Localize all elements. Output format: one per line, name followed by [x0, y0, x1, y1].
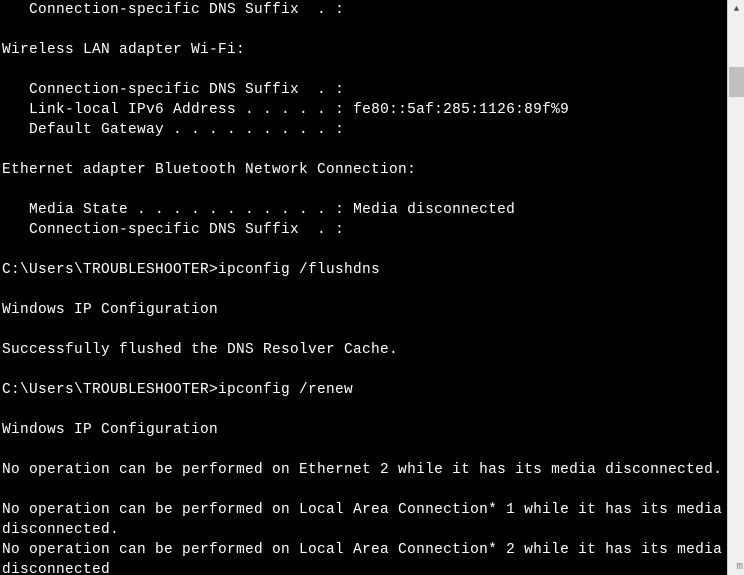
corner-character: m	[736, 561, 743, 573]
terminal-line: Successfully flushed the DNS Resolver Ca…	[0, 340, 727, 360]
terminal-line: C:\Users\TROUBLESHOOTER>ipconfig /renew	[0, 380, 727, 400]
terminal-line: Media State . . . . . . . . . . . : Medi…	[0, 200, 727, 220]
terminal-line: Link-local IPv6 Address . . . . . : fe80…	[0, 100, 727, 120]
terminal-line	[0, 480, 727, 500]
terminal-line: No operation can be performed on Etherne…	[0, 460, 727, 480]
terminal-line: No operation can be performed on Local A…	[0, 500, 727, 540]
terminal-line: Default Gateway . . . . . . . . . :	[0, 120, 727, 140]
terminal-line: Connection-specific DNS Suffix . :	[0, 80, 727, 100]
terminal-line: Wireless LAN adapter Wi-Fi:	[0, 40, 727, 60]
terminal-line	[0, 280, 727, 300]
terminal-output[interactable]: Connection-specific DNS Suffix . : Wirel…	[0, 0, 727, 575]
terminal-line	[0, 60, 727, 80]
terminal-line: Connection-specific DNS Suffix . :	[0, 0, 727, 20]
terminal-line	[0, 320, 727, 340]
terminal-window: Connection-specific DNS Suffix . : Wirel…	[0, 0, 744, 575]
terminal-line: Connection-specific DNS Suffix . :	[0, 220, 727, 240]
scroll-thumb[interactable]	[729, 67, 744, 97]
scroll-up-arrow-icon[interactable]: ▲	[728, 0, 744, 17]
terminal-line: Windows IP Configuration	[0, 420, 727, 440]
terminal-line: C:\Users\TROUBLESHOOTER>ipconfig /flushd…	[0, 260, 727, 280]
terminal-line: Windows IP Configuration	[0, 300, 727, 320]
terminal-line	[0, 140, 727, 160]
terminal-line	[0, 440, 727, 460]
terminal-line	[0, 20, 727, 40]
vertical-scrollbar[interactable]: ▲	[727, 0, 744, 575]
terminal-line: No operation can be performed on Local A…	[0, 540, 727, 575]
scroll-track[interactable]	[728, 17, 744, 575]
terminal-line	[0, 180, 727, 200]
terminal-line	[0, 240, 727, 260]
terminal-line	[0, 360, 727, 380]
terminal-line	[0, 400, 727, 420]
terminal-line: Ethernet adapter Bluetooth Network Conne…	[0, 160, 727, 180]
